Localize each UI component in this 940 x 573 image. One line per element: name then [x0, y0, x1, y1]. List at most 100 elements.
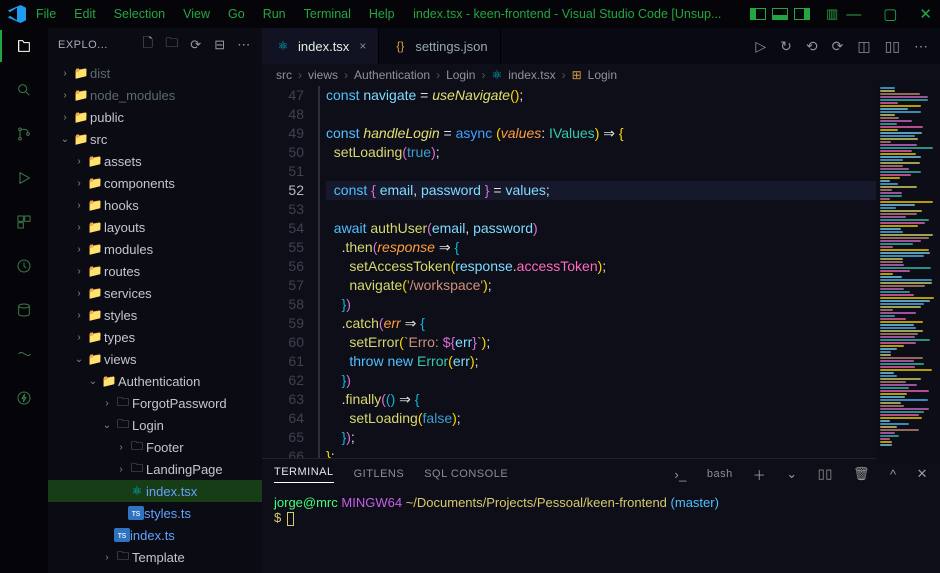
tree-item-styles[interactable]: ›📁styles — [48, 304, 262, 326]
tree-item-index-tsx[interactable]: ⚛index.tsx — [48, 480, 262, 502]
more-actions-icon[interactable]: ⋯ — [914, 38, 928, 55]
editor-tab-settings-json[interactable]: {}settings.json — [379, 28, 500, 64]
breadcrumb-separator: › — [436, 68, 440, 82]
run-debug-icon[interactable] — [12, 166, 36, 190]
tree-item-label: node_modules — [90, 88, 175, 103]
menu-run[interactable]: Run — [263, 7, 286, 21]
menu-bar: File Edit Selection View Go Run Terminal Help — [36, 7, 395, 21]
maximize-panel-icon[interactable]: ^ — [890, 467, 897, 482]
chevron-icon: ⌄ — [58, 134, 72, 145]
refresh-icon[interactable]: ⟳ — [188, 37, 204, 53]
new-folder-icon[interactable]: 🗀 — [164, 34, 180, 56]
menu-file[interactable]: File — [36, 7, 56, 21]
menu-edit[interactable]: Edit — [74, 7, 96, 21]
diff-icon[interactable]: ◫ — [857, 38, 870, 55]
tree-item-modules[interactable]: ›📁modules — [48, 238, 262, 260]
menu-go[interactable]: Go — [228, 7, 245, 21]
tree-item-template[interactable]: ›🗀Template — [48, 546, 262, 568]
tree-item-authentication[interactable]: ⌄📁Authentication — [48, 370, 262, 392]
menu-help[interactable]: Help — [369, 7, 395, 21]
tree-item-views[interactable]: ⌄📁views — [48, 348, 262, 370]
tree-item-public[interactable]: ›📁public — [48, 106, 262, 128]
editor-tab-index-tsx[interactable]: ⚛index.tsx× — [262, 28, 379, 64]
tree-item-footer[interactable]: ›🗀Footer — [48, 436, 262, 458]
explorer-icon[interactable] — [12, 34, 36, 58]
thunder-icon[interactable] — [12, 386, 36, 410]
tree-item-forgotpassword[interactable]: ›🗀ForgotPassword — [48, 392, 262, 414]
tree-item-assets[interactable]: ›📁assets — [48, 150, 262, 172]
menu-terminal[interactable]: Terminal — [304, 7, 351, 21]
kill-terminal-icon[interactable]: 🗑 — [853, 466, 870, 482]
close-icon[interactable]: ✕ — [919, 5, 932, 23]
terminal-dropdown-icon[interactable]: ⌄ — [786, 466, 797, 482]
tree-item-label: assets — [104, 154, 142, 169]
tree-item-label: Template — [132, 550, 185, 565]
split-icon[interactable]: ▯▯ — [885, 38, 900, 55]
breadcrumb-src[interactable]: src — [276, 68, 292, 82]
tree-item-login[interactable]: ⌄🗀Login — [48, 414, 262, 436]
customize-layout-icon[interactable]: ▥ — [826, 6, 838, 22]
terminal-output[interactable]: jorge@mrc MINGW64 ~/Documents/Projects/P… — [262, 489, 940, 532]
source-control-icon[interactable] — [12, 122, 36, 146]
tree-item-src[interactable]: ⌄📁src — [48, 128, 262, 150]
tree-item-label: layouts — [104, 220, 145, 235]
more-icon[interactable]: ⋯ — [236, 37, 252, 53]
file-icon: 📁 — [86, 176, 104, 190]
tree-item-hooks[interactable]: ›📁hooks — [48, 194, 262, 216]
tree-item-types[interactable]: ›📁types — [48, 326, 262, 348]
panel-tab-sqlconsole[interactable]: SQL CONSOLE — [424, 468, 508, 480]
timeline-icon[interactable] — [12, 254, 36, 278]
search-icon[interactable] — [12, 78, 36, 102]
tree-item-node_modules[interactable]: ›📁node_modules — [48, 84, 262, 106]
tree-item-services[interactable]: ›📁services — [48, 282, 262, 304]
minimize-icon[interactable]: — — [846, 5, 861, 23]
menu-selection[interactable]: Selection — [114, 7, 165, 21]
breadcrumb-login[interactable]: Login — [446, 68, 475, 82]
file-icon: 🗀 — [128, 459, 146, 480]
tree-item-components[interactable]: ›📁components — [48, 172, 262, 194]
new-terminal-icon[interactable]: ＋ — [753, 465, 767, 484]
file-tree[interactable]: ›📁dist›📁node_modules›📁public⌄📁src›📁asset… — [48, 62, 262, 573]
collapse-icon[interactable]: ⊟ — [212, 37, 228, 53]
split-terminal-icon[interactable]: ▯▯ — [818, 466, 833, 482]
tree-item-layouts[interactable]: ›📁layouts — [48, 216, 262, 238]
tree-item-index-ts[interactable]: ᴛsindex.ts — [48, 524, 262, 546]
go-forward-icon[interactable]: ⟳ — [832, 38, 844, 55]
breadcrumb-views[interactable]: views — [308, 68, 338, 82]
go-back-icon[interactable]: ⟲ — [806, 38, 818, 55]
debug-restart-icon[interactable]: ↻ — [780, 38, 792, 55]
run-icon[interactable]: ▷ — [755, 38, 766, 55]
chevron-icon: › — [72, 200, 86, 211]
maximize-icon[interactable]: ▢ — [883, 5, 897, 23]
tree-item-label: Footer — [146, 440, 184, 455]
breadcrumbs[interactable]: src›views›Authentication›Login›⚛ index.t… — [262, 64, 940, 86]
panel-tab-gitlens[interactable]: GITLENS — [354, 468, 405, 480]
tree-item-label: dist — [90, 66, 110, 81]
minimap[interactable] — [876, 86, 940, 464]
toggle-sidebar-icon[interactable] — [750, 8, 766, 20]
breadcrumb-login[interactable]: Login — [588, 68, 617, 82]
new-file-icon[interactable]: 🗋 — [140, 34, 156, 56]
menu-view[interactable]: View — [183, 7, 210, 21]
tree-item-routes[interactable]: ›📁routes — [48, 260, 262, 282]
chevron-icon: › — [72, 310, 86, 321]
toggle-panel-icon[interactable] — [772, 8, 788, 20]
database-icon[interactable] — [12, 298, 36, 322]
tree-item-styles-ts[interactable]: ᴛsstyles.ts — [48, 502, 262, 524]
panel-tab-terminal[interactable]: TERMINAL — [274, 466, 334, 483]
breadcrumb-authentication[interactable]: Authentication — [354, 68, 430, 82]
code-lines[interactable]: const navigate = useNavigate();const han… — [320, 86, 940, 458]
extensions-icon[interactable] — [12, 210, 36, 234]
chevron-icon: › — [72, 244, 86, 255]
toggle-secondary-icon[interactable] — [794, 8, 810, 20]
tree-item-landingpage[interactable]: ›🗀LandingPage — [48, 458, 262, 480]
share-icon[interactable] — [12, 342, 36, 366]
code-editor[interactable]: 4748495051525354555657585960616263646566… — [262, 86, 940, 458]
close-panel-icon[interactable]: ✕ — [917, 466, 928, 482]
tree-item-dist[interactable]: ›📁dist — [48, 62, 262, 84]
tab-close-icon[interactable]: × — [359, 39, 366, 53]
breadcrumb-index.tsx[interactable]: index.tsx — [508, 68, 555, 82]
terminal-profile-icon[interactable]: ›_ — [674, 467, 687, 482]
line-gutter: 4748495051525354555657585960616263646566 — [262, 86, 318, 458]
file-icon: 📁 — [86, 220, 104, 234]
